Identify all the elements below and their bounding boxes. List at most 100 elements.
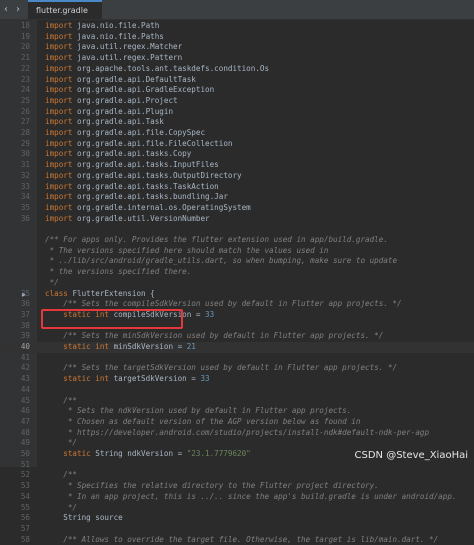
- code-line[interactable]: 47 * Chosen as default version of the AG…: [0, 417, 474, 428]
- line-number: 23: [20, 74, 30, 84]
- code-token: 21: [186, 342, 196, 351]
- code-token: FlutterExtension {: [72, 288, 155, 298]
- code-line[interactable]: 53 * Specifies the relative directory to…: [0, 481, 474, 492]
- code-line[interactable]: 24 import org.gradle.api.GradleException: [0, 85, 474, 96]
- code-line[interactable]: 20 import java.util.regex.Matcher: [0, 42, 474, 53]
- code-line[interactable]: 27 import org.gradle.api.Task: [0, 117, 474, 128]
- code-line[interactable]: * the versions specified there.: [0, 267, 474, 278]
- code-line[interactable]: [0, 224, 474, 235]
- code-text: import org.gradle.api.Task: [45, 117, 164, 128]
- code-line[interactable]: 44: [0, 385, 474, 396]
- code-line[interactable]: 40 static int minSdkVersion = 21: [0, 342, 474, 353]
- code-line[interactable]: 58 /** Allows to override the target fil…: [0, 535, 474, 545]
- code-line[interactable]: 54 * In an app project, this is ../.. si…: [0, 492, 474, 503]
- code-text: import org.gradle.api.tasks.TaskAction: [45, 182, 219, 193]
- code-line[interactable]: 31 import org.gradle.api.tasks.InputFiles: [0, 160, 474, 171]
- line-number: 19: [20, 31, 30, 41]
- code-editor[interactable]: 18 import java.nio.file.Path 19 import java…: [0, 20, 474, 544]
- code-text: static int targetSdkVersion = 33: [45, 374, 209, 385]
- code-token: * The versions specified here should mat…: [45, 245, 329, 255]
- code-token: import: [45, 192, 78, 202]
- code-line[interactable]: 39 /** Sets the minSdkVersion used by de…: [0, 331, 474, 342]
- code-text: /** Allows to override the target file. …: [45, 535, 438, 545]
- chevron-left-icon[interactable]: ‹: [0, 0, 12, 19]
- line-number: 35: [20, 288, 30, 298]
- code-line[interactable]: 52 /**: [0, 470, 474, 481]
- line-number: 31: [20, 160, 30, 170]
- code-token: org.gradle.api.file.CopySpec: [77, 128, 206, 137]
- line-number: 39: [20, 331, 30, 341]
- line-number: 55: [20, 502, 30, 512]
- line-number: 48: [20, 427, 30, 437]
- code-line[interactable]: 45 /**: [0, 396, 474, 407]
- code-token: import: [45, 42, 78, 52]
- code-token: /**: [45, 470, 78, 480]
- code-token: org.apache.tools.ant.taskdefs.condition.…: [77, 63, 270, 73]
- code-line[interactable]: 46 * Sets the ndkVersion used by default…: [0, 406, 474, 417]
- code-text: /**: [45, 396, 77, 407]
- line-number: 43: [20, 374, 30, 384]
- code-token: import: [45, 128, 78, 137]
- line-number: 34: [20, 192, 30, 202]
- code-line[interactable]: 35 import org.gradle.internal.os.Operatin…: [0, 203, 474, 214]
- code-line[interactable]: 35 ▸ class FlutterExtension {: [0, 289, 474, 300]
- code-text: */: [45, 438, 77, 449]
- line-number: 53: [20, 481, 30, 491]
- code-line[interactable]: 48 * https://developer.android.com/studi…: [0, 428, 474, 439]
- line-number: 37: [20, 309, 30, 319]
- code-line[interactable]: 51: [0, 460, 474, 471]
- code-token: org.gradle.api.tasks.Copy: [77, 149, 192, 159]
- code-line[interactable]: * ../lib/src/android/gradle_utils.dart, …: [0, 256, 474, 267]
- code-line[interactable]: 32 import org.gradle.api.tasks.OutputDire…: [0, 171, 474, 182]
- code-line[interactable]: 26 import org.gradle.api.Plugin: [0, 107, 474, 118]
- line-number: 51: [20, 459, 30, 469]
- code-token: /** For apps only. Provides the flutter …: [45, 235, 388, 244]
- code-line[interactable]: 33 import org.gradle.api.tasks.TaskAction: [0, 182, 474, 193]
- code-line[interactable]: 19 import java.nio.file.Paths: [0, 32, 474, 43]
- code-text: * the versions specified there.: [45, 267, 192, 278]
- code-line[interactable]: */: [0, 278, 474, 289]
- code-line[interactable]: 43 static int targetSdkVersion = 33: [0, 374, 474, 385]
- code-line[interactable]: 42 /** Sets the targetSdkVersion used by…: [0, 363, 474, 374]
- code-text: * ../lib/src/android/gradle_utils.dart, …: [45, 256, 397, 267]
- code-line[interactable]: 22 import org.apache.tools.ant.taskdefs.c…: [0, 64, 474, 75]
- tab-flutter-gradle[interactable]: flutter.gradle: [28, 0, 102, 19]
- code-line[interactable]: 25 import org.gradle.api.Project: [0, 96, 474, 107]
- code-text: import org.gradle.api.Plugin: [45, 107, 173, 118]
- code-text: */: [45, 278, 59, 289]
- code-token: /**: [45, 395, 78, 405]
- code-token: org.gradle.internal.os.OperatingSystem: [77, 202, 251, 212]
- code-text: import org.gradle.api.file.CopySpec: [45, 128, 205, 139]
- code-line[interactable]: 18 import java.nio.file.Path: [0, 21, 474, 32]
- code-line[interactable]: * The versions specified here should mat…: [0, 246, 474, 257]
- chevron-right-icon[interactable]: ›: [12, 0, 24, 19]
- code-line[interactable]: 30 import org.gradle.api.tasks.Copy: [0, 149, 474, 160]
- line-number: 30: [20, 149, 30, 159]
- code-text: * The versions specified here should mat…: [45, 245, 329, 257]
- code-token: org.gradle.util.VersionNumber: [77, 213, 210, 223]
- code-line[interactable]: 28 import org.gradle.api.file.CopySpec: [0, 128, 474, 139]
- code-line[interactable]: 41: [0, 353, 474, 364]
- line-number: 58: [20, 534, 30, 544]
- code-line[interactable]: 49 */: [0, 438, 474, 449]
- code-token: org.gradle.api.tasks.bundling.Jar: [77, 192, 228, 202]
- code-line[interactable]: /** For apps only. Provides the flutter …: [0, 235, 474, 246]
- code-line[interactable]: 57: [0, 524, 474, 535]
- code-line[interactable]: 56 String source: [0, 513, 474, 524]
- line-number: 22: [20, 63, 30, 73]
- code-line[interactable]: 34 import org.gradle.api.tasks.bundling.J…: [0, 192, 474, 203]
- code-token: import: [45, 85, 78, 95]
- code-token: * https://developer.android.com/studio/p…: [45, 427, 430, 437]
- code-line[interactable]: 55 */: [0, 503, 474, 514]
- code-line[interactable]: 21 import java.util.regex.Pattern: [0, 53, 474, 64]
- code-token: org.gradle.api.Plugin: [77, 106, 174, 116]
- code-line[interactable]: 29 import org.gradle.api.file.FileCollect…: [0, 139, 474, 150]
- line-number: 32: [20, 170, 30, 180]
- code-text: static int minSdkVersion = 21: [45, 342, 196, 353]
- line-number: 57: [20, 523, 30, 533]
- code-line[interactable]: 36 import org.gradle.util.VersionNumber: [0, 214, 474, 225]
- line-number: 25: [20, 95, 30, 105]
- code-line[interactable]: 23 import org.gradle.api.DefaultTask: [0, 75, 474, 86]
- code-token: org.gradle.api.tasks.InputFiles: [77, 160, 219, 170]
- code-text: /** Sets the targetSdkVersion used by de…: [45, 363, 397, 374]
